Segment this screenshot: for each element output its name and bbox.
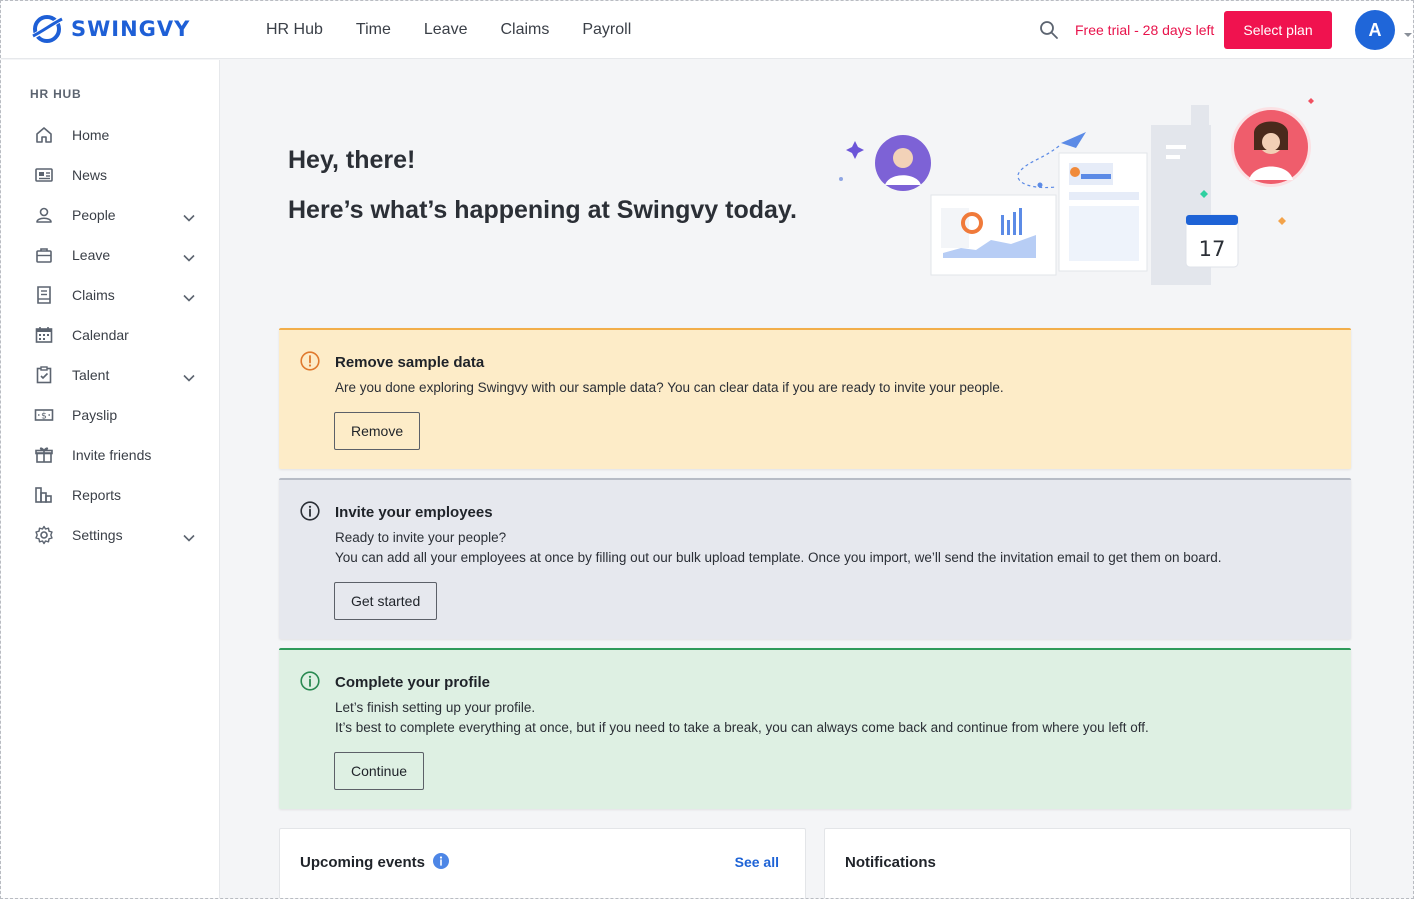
money-icon: $ <box>34 405 54 425</box>
page-subtitle: Here’s what’s happening at Swingvy today… <box>288 196 797 224</box>
sidebar-item-calendar[interactable]: Calendar <box>1 315 219 355</box>
user-avatar[interactable]: A <box>1355 10 1395 50</box>
sidebar-item-label: Payslip <box>72 407 118 423</box>
panel-title: Notifications <box>845 854 936 871</box>
chevron-down-icon[interactable] <box>183 289 195 307</box>
sidebar-item-claims[interactable]: Claims <box>1 275 219 315</box>
sidebar-item-leave[interactable]: Leave <box>1 235 219 275</box>
brand-logo[interactable]: SWINGVY <box>30 12 190 46</box>
main-content: Hey, there! Here’s what’s happening at S… <box>221 60 1413 898</box>
top-navigation-bar: SWINGVY HR Hub Time Leave Claims Payroll… <box>1 1 1413 59</box>
get-started-button[interactable]: Get started <box>334 582 438 620</box>
topnav-payroll[interactable]: Payroll <box>582 21 631 39</box>
panel-title: Upcoming events <box>300 854 426 871</box>
remove-button[interactable]: Remove <box>334 412 421 450</box>
sidebar: HR HUB Home News People Leave Claims Cal… <box>1 60 220 898</box>
select-plan-button[interactable]: Select plan <box>1224 11 1332 49</box>
warning-icon <box>300 351 320 376</box>
search-icon[interactable] <box>1039 20 1059 45</box>
newspaper-icon <box>34 165 54 185</box>
invite-employees-card: Invite your employees Ready to invite yo… <box>279 478 1351 639</box>
briefcase-icon <box>34 245 54 265</box>
sidebar-item-label: Reports <box>72 487 122 503</box>
gift-icon <box>34 445 54 465</box>
chevron-down-icon[interactable] <box>1403 26 1413 44</box>
sidebar-item-label: News <box>72 167 108 183</box>
card-description: Let’s finish setting up your profile. <box>335 700 536 715</box>
swingvy-logo-icon <box>30 15 64 43</box>
calendar-icon <box>34 325 54 345</box>
sidebar-item-home[interactable]: Home <box>1 115 219 155</box>
chevron-down-icon[interactable] <box>183 209 195 227</box>
free-trial-status: Free trial - 28 days left <box>1075 22 1215 38</box>
upcoming-events-panel: Upcoming events See all <box>279 828 806 898</box>
home-icon <box>34 125 54 145</box>
sidebar-item-label: Home <box>72 127 110 143</box>
sidebar-item-label: Settings <box>72 527 123 543</box>
sidebar-item-news[interactable]: News <box>1 155 219 195</box>
chevron-down-icon[interactable] <box>183 249 195 267</box>
remove-sample-data-card: Remove sample data Are you done explorin… <box>279 328 1351 469</box>
sidebar-item-talent[interactable]: Talent <box>1 355 219 395</box>
dashboard-illustration: 17 <box>839 98 1314 285</box>
info-icon[interactable] <box>433 853 449 874</box>
chart-icon <box>34 485 54 505</box>
brand-name: SWINGVY <box>71 17 191 41</box>
top-nav: HR Hub Time Leave Claims Payroll <box>266 1 664 59</box>
complete-profile-card: Complete your profile Let’s finish setti… <box>279 648 1351 809</box>
receipt-icon <box>34 285 54 305</box>
sidebar-heading: HR HUB <box>30 87 82 101</box>
chevron-down-icon[interactable] <box>183 529 195 547</box>
sidebar-item-settings[interactable]: Settings <box>1 515 219 555</box>
gear-icon <box>34 525 54 545</box>
card-title: Complete your profile <box>335 674 491 691</box>
topnav-claims[interactable]: Claims <box>500 21 549 39</box>
sidebar-item-people[interactable]: People <box>1 195 219 235</box>
card-description: It’s best to complete everything at once… <box>335 720 1149 735</box>
card-title: Invite your employees <box>335 504 493 521</box>
sidebar-item-invite-friends[interactable]: Invite friends <box>1 435 219 475</box>
see-all-link[interactable]: See all <box>735 854 779 870</box>
topnav-hr-hub[interactable]: HR Hub <box>266 21 323 39</box>
sidebar-item-label: Invite friends <box>72 447 152 463</box>
clipboard-icon <box>34 365 54 385</box>
sidebar-item-payslip[interactable]: $ Payslip <box>1 395 219 435</box>
greeting-heading: Hey, there! <box>288 146 416 174</box>
sidebar-item-label: Calendar <box>72 327 129 343</box>
info-icon <box>300 501 320 526</box>
topnav-leave[interactable]: Leave <box>424 21 468 39</box>
card-description: Ready to invite your people? <box>335 530 507 545</box>
continue-button[interactable]: Continue <box>334 752 425 790</box>
card-description: Are you done exploring Swingvy with our … <box>335 380 1004 395</box>
topnav-time[interactable]: Time <box>356 21 391 39</box>
card-description: You can add all your employees at once b… <box>335 550 1222 565</box>
card-title: Remove sample data <box>335 354 485 371</box>
person-icon <box>34 205 54 225</box>
sidebar-item-label: People <box>72 207 116 223</box>
chevron-down-icon[interactable] <box>183 369 195 387</box>
sidebar-item-label: Claims <box>72 287 115 303</box>
calendar-day: 17 <box>1199 237 1226 261</box>
info-icon <box>300 671 320 696</box>
svg-text:$: $ <box>41 412 47 422</box>
sidebar-item-label: Leave <box>72 247 111 263</box>
sidebar-item-reports[interactable]: Reports <box>1 475 219 515</box>
sidebar-item-label: Talent <box>72 367 110 383</box>
notifications-panel: Notifications <box>824 828 1351 898</box>
